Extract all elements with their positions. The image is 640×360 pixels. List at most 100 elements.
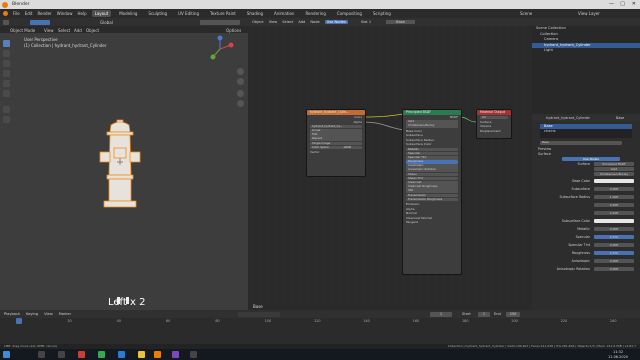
viewport-menu-object[interactable]: Object bbox=[86, 28, 99, 33]
taskbar-app-icon[interactable] bbox=[78, 351, 85, 358]
options-dropdown[interactable]: Options bbox=[226, 28, 241, 33]
close-button[interactable]: ✕ bbox=[632, 1, 636, 7]
blender-taskbar-icon[interactable] bbox=[154, 351, 161, 358]
transform-global[interactable]: Global bbox=[100, 20, 113, 25]
tab-uv-editing[interactable]: UV Editing bbox=[175, 10, 202, 17]
outliner-row-light[interactable]: Light bbox=[532, 48, 640, 54]
menu-file[interactable]: File bbox=[13, 11, 20, 16]
rotate-tool-icon[interactable] bbox=[3, 70, 10, 77]
bsdf-input-row[interactable]: Clearcoat Roughness bbox=[406, 185, 458, 189]
tab-animation[interactable]: Animation bbox=[271, 10, 297, 17]
param-value-field[interactable]: 1.000 bbox=[594, 194, 634, 199]
tab-texture-paint[interactable]: Texture Paint bbox=[207, 10, 239, 17]
principled-bsdf-node[interactable]: Principled BSDF BSDF GGX Christensen-Burl… bbox=[402, 109, 462, 275]
param-value-field[interactable]: 0.000 bbox=[594, 266, 634, 271]
slot-chains[interactable]: chains bbox=[540, 129, 632, 134]
sss-method-dropdown[interactable]: Christensen-Burley bbox=[594, 172, 634, 177]
param-value-field[interactable]: 0.200 bbox=[594, 202, 634, 207]
bsdf-input-row[interactable]: Christensen-Burley bbox=[406, 124, 458, 128]
grid-view-icon[interactable] bbox=[237, 100, 244, 107]
timeline-menu-playback[interactable]: Playback bbox=[4, 312, 20, 316]
shader-node-editor[interactable]: Object View Select Add Node Use Nodes Sl… bbox=[248, 18, 532, 310]
editor-type-icon[interactable] bbox=[3, 19, 9, 25]
start-icon[interactable] bbox=[3, 351, 10, 358]
tab-scripting[interactable]: Scripting bbox=[370, 10, 394, 17]
param-value-field[interactable]: 0.000 bbox=[594, 186, 634, 191]
minimize-button[interactable]: — bbox=[609, 1, 614, 7]
material-name-field[interactable]: Base bbox=[540, 140, 622, 145]
timeline-panel[interactable]: Playback Keying View Marker 1 Start 1 En… bbox=[0, 310, 640, 344]
camera-view-icon[interactable] bbox=[237, 90, 244, 97]
interpolation-dropdown[interactable]: Linear bbox=[310, 128, 362, 133]
menu-help[interactable]: Help bbox=[77, 11, 86, 16]
navigation-gizmo[interactable] bbox=[205, 35, 235, 63]
timeline-menu-marker[interactable]: Marker bbox=[59, 312, 71, 316]
select-box-tool-icon[interactable] bbox=[3, 40, 10, 47]
menu-edit[interactable]: Edit bbox=[25, 11, 33, 16]
taskbar-app-icon[interactable] bbox=[118, 351, 125, 358]
playback-controls[interactable] bbox=[238, 311, 280, 317]
menu-render[interactable]: Render bbox=[37, 11, 51, 16]
param-value-field[interactable]: 0.500 bbox=[594, 250, 634, 255]
select-mode-buttons[interactable] bbox=[30, 19, 50, 25]
material-slot-list[interactable]: Base chains bbox=[540, 124, 632, 138]
tab-sculpting[interactable]: Sculpting bbox=[145, 10, 170, 17]
param-value-field[interactable]: 0.500 bbox=[594, 234, 634, 239]
viewport-menu-select[interactable]: Select bbox=[58, 28, 70, 33]
object-mode-dropdown[interactable]: Object Mode bbox=[10, 28, 35, 33]
bsdf-input-row[interactable]: Transmission Roughness bbox=[406, 197, 458, 202]
param-value-field[interactable] bbox=[594, 178, 634, 183]
surface-shader-dropdown[interactable]: Principled BSDF bbox=[594, 162, 634, 167]
param-value-field[interactable]: 0.100 bbox=[594, 210, 634, 215]
taskbar-app-icon[interactable] bbox=[38, 351, 45, 358]
move-tool-icon[interactable] bbox=[3, 60, 10, 67]
color-space-field[interactable]: Color Space sRGB bbox=[310, 145, 362, 150]
taskbar-app-icon[interactable] bbox=[190, 351, 197, 358]
param-label: Base Color bbox=[572, 178, 590, 183]
end-frame-field[interactable]: 250 bbox=[506, 311, 520, 317]
outliner-panel[interactable]: Scene Collection Collection Camera hydra… bbox=[532, 18, 640, 114]
taskbar-app-icon[interactable] bbox=[138, 351, 145, 358]
scene-selector[interactable]: Scene bbox=[520, 11, 532, 16]
viewport-menu-add[interactable]: Add bbox=[74, 28, 82, 33]
output-target-dropdown[interactable]: All bbox=[480, 115, 508, 120]
measure-tool-icon[interactable] bbox=[3, 116, 10, 123]
tab-rendering[interactable]: Rendering bbox=[302, 10, 328, 17]
param-value-field[interactable] bbox=[594, 218, 634, 223]
current-frame-field[interactable]: 1 bbox=[430, 311, 452, 317]
properties-panel[interactable]: hydrant_hydrant_Cylinder Base Base chain… bbox=[532, 114, 640, 310]
blender-menu-icon[interactable] bbox=[3, 11, 8, 16]
start-frame-field[interactable]: 1 bbox=[478, 311, 490, 317]
scale-tool-icon[interactable] bbox=[3, 80, 10, 87]
tab-compositing[interactable]: Compositing bbox=[334, 10, 365, 17]
hydrant-model[interactable] bbox=[95, 118, 145, 218]
viewport-menu-view[interactable]: View bbox=[44, 28, 54, 33]
distribution-dropdown[interactable]: GGX bbox=[594, 167, 634, 172]
annotate-tool-icon[interactable] bbox=[3, 106, 10, 113]
maximize-button[interactable]: □ bbox=[620, 1, 625, 7]
param-value-field[interactable]: 0.000 bbox=[594, 258, 634, 263]
material-output-node[interactable]: Material Output All Surface Volume Displ… bbox=[476, 109, 512, 139]
shading-buttons[interactable] bbox=[200, 19, 240, 25]
param-value-field[interactable]: 0.000 bbox=[594, 242, 634, 247]
timeline-menu-keying[interactable]: Keying bbox=[26, 312, 38, 316]
tab-modeling[interactable]: Modeling bbox=[116, 10, 140, 17]
pan-hand-icon[interactable] bbox=[237, 78, 244, 85]
timeline-menu-view[interactable]: View bbox=[44, 312, 53, 316]
image-texture-node[interactable]: hydrant_hydrant_Cylin... Color Alpha hyd… bbox=[306, 109, 366, 177]
cursor-tool-icon[interactable] bbox=[3, 50, 10, 57]
use-nodes-button[interactable]: Use Nodes bbox=[562, 157, 620, 162]
transform-tool-icon[interactable] bbox=[3, 90, 10, 97]
taskbar-app-icon[interactable] bbox=[172, 351, 179, 358]
timeline-ruler[interactable]: 020406080100120140160180200220240 bbox=[0, 318, 640, 344]
param-value-field[interactable]: 0.000 bbox=[594, 226, 634, 231]
zoom-icon[interactable] bbox=[237, 68, 244, 75]
3d-viewport[interactable]: Global Object Mode View Select Add Objec… bbox=[0, 18, 248, 310]
taskbar-app-icon[interactable] bbox=[98, 351, 105, 358]
playhead[interactable] bbox=[16, 318, 22, 324]
taskbar-app-icon[interactable] bbox=[58, 351, 65, 358]
menu-window[interactable]: Window bbox=[57, 11, 73, 16]
tab-shading[interactable]: Shading bbox=[244, 10, 266, 17]
tab-layout[interactable]: Layout bbox=[91, 10, 112, 17]
view-layer-selector[interactable]: View Layer bbox=[578, 11, 600, 16]
